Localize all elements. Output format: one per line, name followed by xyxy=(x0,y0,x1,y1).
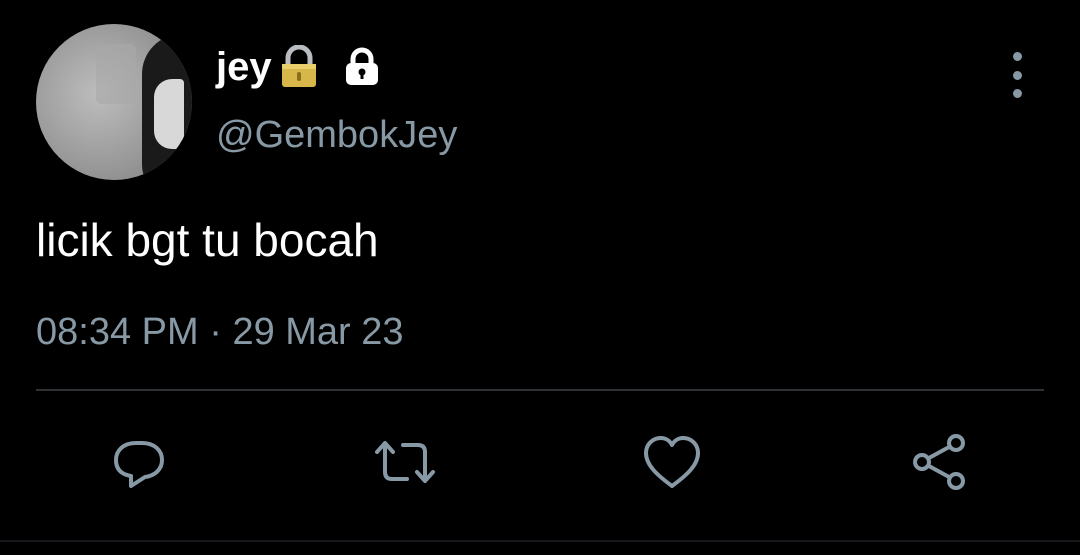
avatar-background xyxy=(96,44,136,104)
share-button[interactable] xyxy=(907,430,971,494)
like-button[interactable] xyxy=(640,430,704,494)
retweet-icon xyxy=(375,441,435,483)
avatar-face xyxy=(154,79,184,149)
lock-emoji-icon xyxy=(278,44,320,89)
tweet-time: 08:34 PM xyxy=(36,311,199,353)
reply-icon xyxy=(114,441,164,488)
more-dot xyxy=(1012,52,1022,61)
heart-icon xyxy=(644,436,700,488)
divider xyxy=(36,389,1044,391)
more-dot xyxy=(1012,70,1022,80)
tweet-timestamp: 08:34 PM · 29 Mar 23 xyxy=(36,308,404,356)
share-icon xyxy=(913,434,965,490)
retweet-button[interactable] xyxy=(373,430,437,494)
protected-lock-icon xyxy=(340,45,384,89)
more-dot xyxy=(1012,89,1022,98)
more-vertical-icon[interactable] xyxy=(1000,52,1034,98)
tweet-date: 29 Mar 23 xyxy=(232,311,404,353)
user-handle[interactable]: @GembokJey xyxy=(216,112,457,158)
avatar[interactable] xyxy=(36,24,192,180)
bottom-divider xyxy=(0,540,1080,542)
meta-separator: · xyxy=(209,311,222,353)
name-row: jey xyxy=(216,42,384,92)
reply-button[interactable] xyxy=(107,430,171,494)
display-name[interactable]: jey xyxy=(216,42,272,92)
tweet-text: licik bgt tu bocah xyxy=(36,214,379,266)
